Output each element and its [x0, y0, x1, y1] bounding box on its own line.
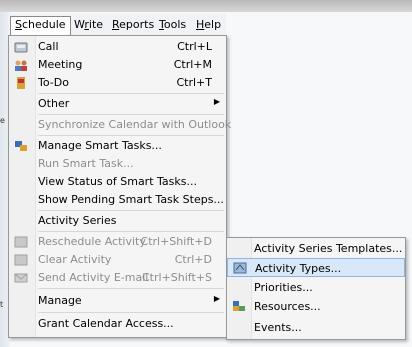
- separator: [38, 231, 224, 232]
- menu-item-label: View Status of Smart Tasks...: [38, 175, 197, 188]
- submenu-item-label: Priorities...: [254, 281, 313, 294]
- menu-help[interactable]: Help: [192, 17, 225, 33]
- menu-item-label: Meeting: [38, 58, 83, 71]
- submenu-item-resources[interactable]: Resources...: [227, 297, 405, 316]
- menu-tools[interactable]: Tools: [155, 17, 190, 33]
- menu-item-run-smart-task[interactable]: Run Smart Task...: [9, 155, 226, 173]
- menu-item-label: Activity Series: [38, 214, 117, 227]
- shortcut: Ctrl+Shift+S: [142, 271, 212, 284]
- title-bar: [0, 0, 412, 12]
- email-icon: [14, 273, 28, 283]
- menu-item-label: To-Do: [38, 76, 69, 89]
- separator: [38, 114, 224, 115]
- shortcut: Ctrl+Shift+D: [140, 235, 212, 248]
- menu-item-label: Send Activity E-mail: [38, 271, 149, 284]
- menu-item-label: Manage Smart Tasks...: [38, 139, 162, 152]
- menu-bar: Schedule Write Reports Tools Help: [8, 14, 226, 37]
- shortcut: Ctrl+M: [173, 58, 212, 71]
- menu-tools-label: Tools: [159, 18, 187, 31]
- menu-item-label: Other: [38, 97, 70, 110]
- shortcut: Ctrl+D: [174, 253, 212, 266]
- menu-item-send-activity-email[interactable]: Send Activity E-mail Ctrl+Shift+S: [9, 269, 226, 287]
- menu-reports-label: Reports: [112, 18, 155, 31]
- menu-item-view-status-smart-tasks[interactable]: View Status of Smart Tasks...: [9, 173, 226, 191]
- menu-item-activity-series[interactable]: Activity Series: [9, 212, 226, 230]
- menu-item-label: Synchronize Calendar with Outlook: [38, 118, 232, 131]
- separator: [38, 135, 224, 136]
- menu-item-label: Run Smart Task...: [38, 157, 134, 170]
- menu-item-grant-calendar-access[interactable]: Grant Calendar Access...: [9, 315, 226, 333]
- menu-item-to-do[interactable]: To-Do Ctrl+T: [9, 74, 226, 92]
- menu-item-clear-activity[interactable]: Clear Activity Ctrl+D: [9, 251, 226, 269]
- schedule-menu: Call Ctrl+L Meeting Ctrl+M To-Do Ctrl+T …: [8, 35, 231, 338]
- menu-write-label: Write: [74, 18, 104, 31]
- clear-icon: [14, 254, 28, 266]
- smart-tasks-icon: [15, 141, 27, 151]
- resources-icon: [233, 301, 245, 311]
- submenu-item-label: Resources...: [254, 300, 321, 313]
- menu-item-label: Grant Calendar Access...: [38, 317, 174, 330]
- shortcut: Ctrl+T: [176, 76, 212, 89]
- phone-icon: [14, 42, 28, 53]
- separator: [38, 312, 224, 313]
- menu-item-meeting[interactable]: Meeting Ctrl+M: [9, 56, 226, 74]
- menu-item-call[interactable]: Call Ctrl+L: [9, 38, 226, 56]
- menu-reports[interactable]: Reports: [108, 17, 158, 33]
- menu-item-other[interactable]: Other ▶: [9, 95, 226, 113]
- submenu-item-activity-types[interactable]: Activity Types...: [227, 258, 405, 277]
- submenu-item-activity-series-templates[interactable]: Activity Series Templates...: [227, 239, 405, 258]
- people-icon: [15, 60, 27, 71]
- reschedule-icon: [14, 236, 28, 248]
- todo-icon: [17, 77, 25, 89]
- menu-schedule-label: Schedule: [15, 18, 66, 31]
- menu-item-manage[interactable]: Manage ▶: [9, 292, 226, 310]
- shortcut: Ctrl+L: [177, 40, 212, 53]
- submenu-item-label: Activity Series Templates...: [254, 242, 403, 255]
- separator: [38, 288, 224, 289]
- menu-item-show-pending-steps[interactable]: Show Pending Smart Task Steps...: [9, 191, 226, 209]
- menu-item-reschedule-activity[interactable]: Reschedule Activity Ctrl+Shift+D: [9, 233, 226, 251]
- submenu-item-priorities[interactable]: Priorities...: [227, 278, 405, 297]
- menu-help-label: Help: [196, 18, 222, 31]
- manage-submenu: Activity Series Templates... Activity Ty…: [226, 237, 406, 340]
- submenu-item-events[interactable]: Events...: [227, 318, 405, 337]
- submenu-arrow-icon: ▶: [213, 97, 220, 106]
- activity-types-icon: [233, 262, 247, 274]
- separator: [38, 210, 224, 211]
- menu-item-label: Call: [38, 40, 59, 53]
- menu-item-label: Manage: [38, 294, 82, 307]
- menu-item-synchronize-calendar[interactable]: Synchronize Calendar with Outlook: [9, 116, 231, 134]
- menu-schedule[interactable]: Schedule: [10, 16, 71, 36]
- menu-item-manage-smart-tasks[interactable]: Manage Smart Tasks...: [9, 137, 226, 155]
- menu-item-label: Show Pending Smart Task Steps...: [38, 193, 224, 206]
- menu-item-label: Clear Activity: [38, 253, 112, 266]
- menu-item-label: Reschedule Activity: [38, 235, 146, 248]
- separator: [38, 93, 224, 94]
- submenu-item-label: Activity Types...: [255, 262, 342, 275]
- submenu-arrow-icon: ▶: [213, 294, 220, 303]
- submenu-item-label: Events...: [254, 321, 302, 334]
- menu-write[interactable]: Write: [70, 17, 107, 33]
